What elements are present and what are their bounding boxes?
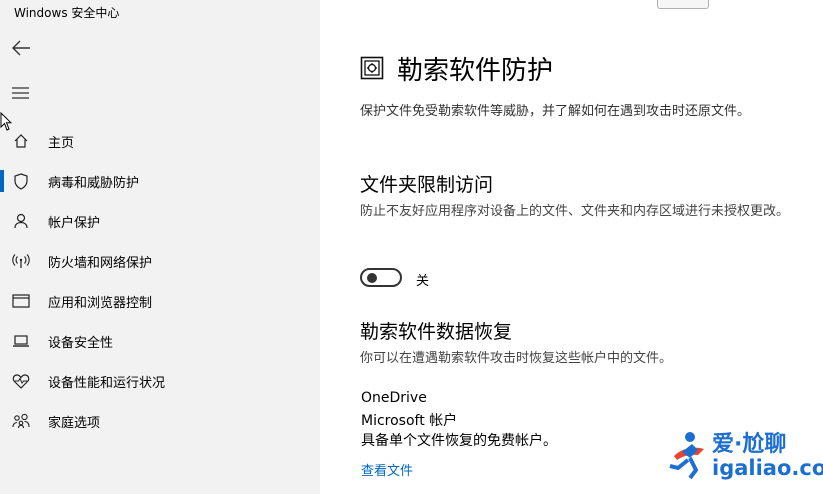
browser-window-icon [12,292,30,310]
sidebar-item-family-options[interactable]: 家庭选项 [0,401,320,441]
sidebar-item-account-protection[interactable]: 帐户保护 [0,201,320,241]
folder-access-title: 文件夹限制访问 [360,174,494,196]
sidebar-item-device-performance[interactable]: 设备性能和运行状况 [0,361,320,401]
back-arrow-icon[interactable] [10,38,32,58]
sidebar-item-firewall[interactable]: 防火墙和网络保护 [0,241,320,281]
sidebar-item-label: 家庭选项 [48,415,101,431]
shield-icon [12,172,30,190]
collapse-chevron-button[interactable] [657,0,709,9]
main-content: 勒索软件防护 保护文件免受勒索软件等威胁，并了解如何在遇到攻击时还原文件。 文件… [320,0,823,494]
person-icon [12,212,30,230]
toggle-state-label: 关 [416,274,430,289]
sidebar-item-virus-protection[interactable]: 病毒和威胁防护 [0,161,320,201]
chevron-down-icon [658,0,708,8]
data-recovery-title: 勒索软件数据恢复 [360,321,513,343]
sidebar-item-home[interactable]: 主页 [0,121,320,161]
window-title: Windows 安全中心 [14,6,120,20]
sidebar-item-app-browser-control[interactable]: 应用和浏览器控制 [0,281,320,321]
sidebar-item-label: 病毒和威胁防护 [48,175,140,191]
sidebar-item-label: 应用和浏览器控制 [48,295,153,311]
watermark-cn-text: 爱·尬聊 [712,432,787,457]
wireless-icon [12,252,30,270]
watermark-en-text: igaliao.com [712,456,823,480]
sidebar-item-label: 设备安全性 [48,335,114,351]
site-watermark: 爱·尬聊 igaliao.com [668,426,823,486]
data-recovery-description: 你可以在遭遇勒索软件攻击时恢复这些帐户中的文件。 [360,351,673,366]
sidebar-item-device-security[interactable]: 设备安全性 [0,321,320,361]
active-indicator [0,170,4,192]
family-icon [12,412,30,430]
sidebar-item-label: 防火墙和网络保护 [48,255,153,271]
view-files-link[interactable]: 查看文件 [361,460,413,479]
page-description: 保护文件免受勒索软件等威胁，并了解如何在遇到攻击时还原文件。 [360,104,751,119]
toggle-knob [367,273,377,283]
hamburger-menu-icon[interactable] [10,84,32,102]
onedrive-provider: OneDrive [361,390,427,406]
heart-pulse-icon [12,372,30,390]
onedrive-account-type: Microsoft 帐户 [361,413,458,429]
home-icon [12,132,30,150]
sidebar-item-label: 帐户保护 [48,215,101,231]
sidebar-item-label: 主页 [48,135,75,151]
onedrive-plan: 具备单个文件恢复的免费帐户。 [361,433,557,449]
folder-access-toggle[interactable] [360,268,402,287]
sidebar: Windows 安全中心 主页 病毒和威胁防护 帐户保护 防火墙和网络保护 应用… [0,0,320,494]
sidebar-item-label: 设备性能和运行状况 [48,375,166,391]
laptop-icon [12,332,30,350]
ransomware-protection-icon [360,56,384,80]
folder-access-description: 防止不友好应用程序对设备上的文件、文件夹和内存区域进行未授权更改。 [360,204,790,219]
watermark-logo-icon [669,432,704,480]
page-title: 勒索软件防护 [397,56,554,86]
sidebar-nav: 主页 病毒和威胁防护 帐户保护 防火墙和网络保护 应用和浏览器控制 设备安全性 … [0,121,320,441]
